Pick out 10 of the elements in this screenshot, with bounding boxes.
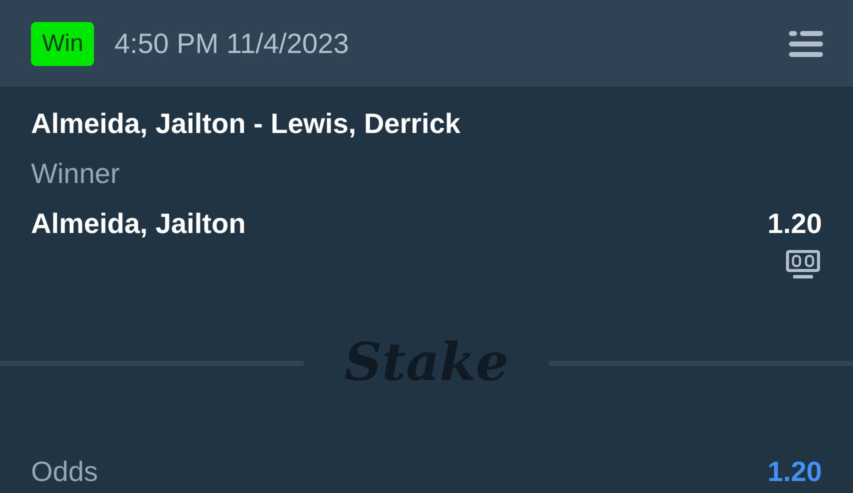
status-badge: Win — [31, 22, 94, 66]
event-title: Almeida, Jailton - Lewis, Derrick — [31, 107, 462, 141]
bet-timestamp: 4:50 PM 11/4/2023 — [114, 28, 350, 60]
menu-icon[interactable] — [789, 30, 823, 58]
selection-name: Almeida, Jailton — [31, 207, 246, 241]
market-name: Winner — [31, 157, 121, 191]
summary-value: 1.20 — [768, 456, 822, 488]
summary-label: Odds — [31, 456, 98, 488]
selection-odds: 1.20 — [768, 207, 822, 241]
scoreboard-icon — [786, 250, 820, 280]
